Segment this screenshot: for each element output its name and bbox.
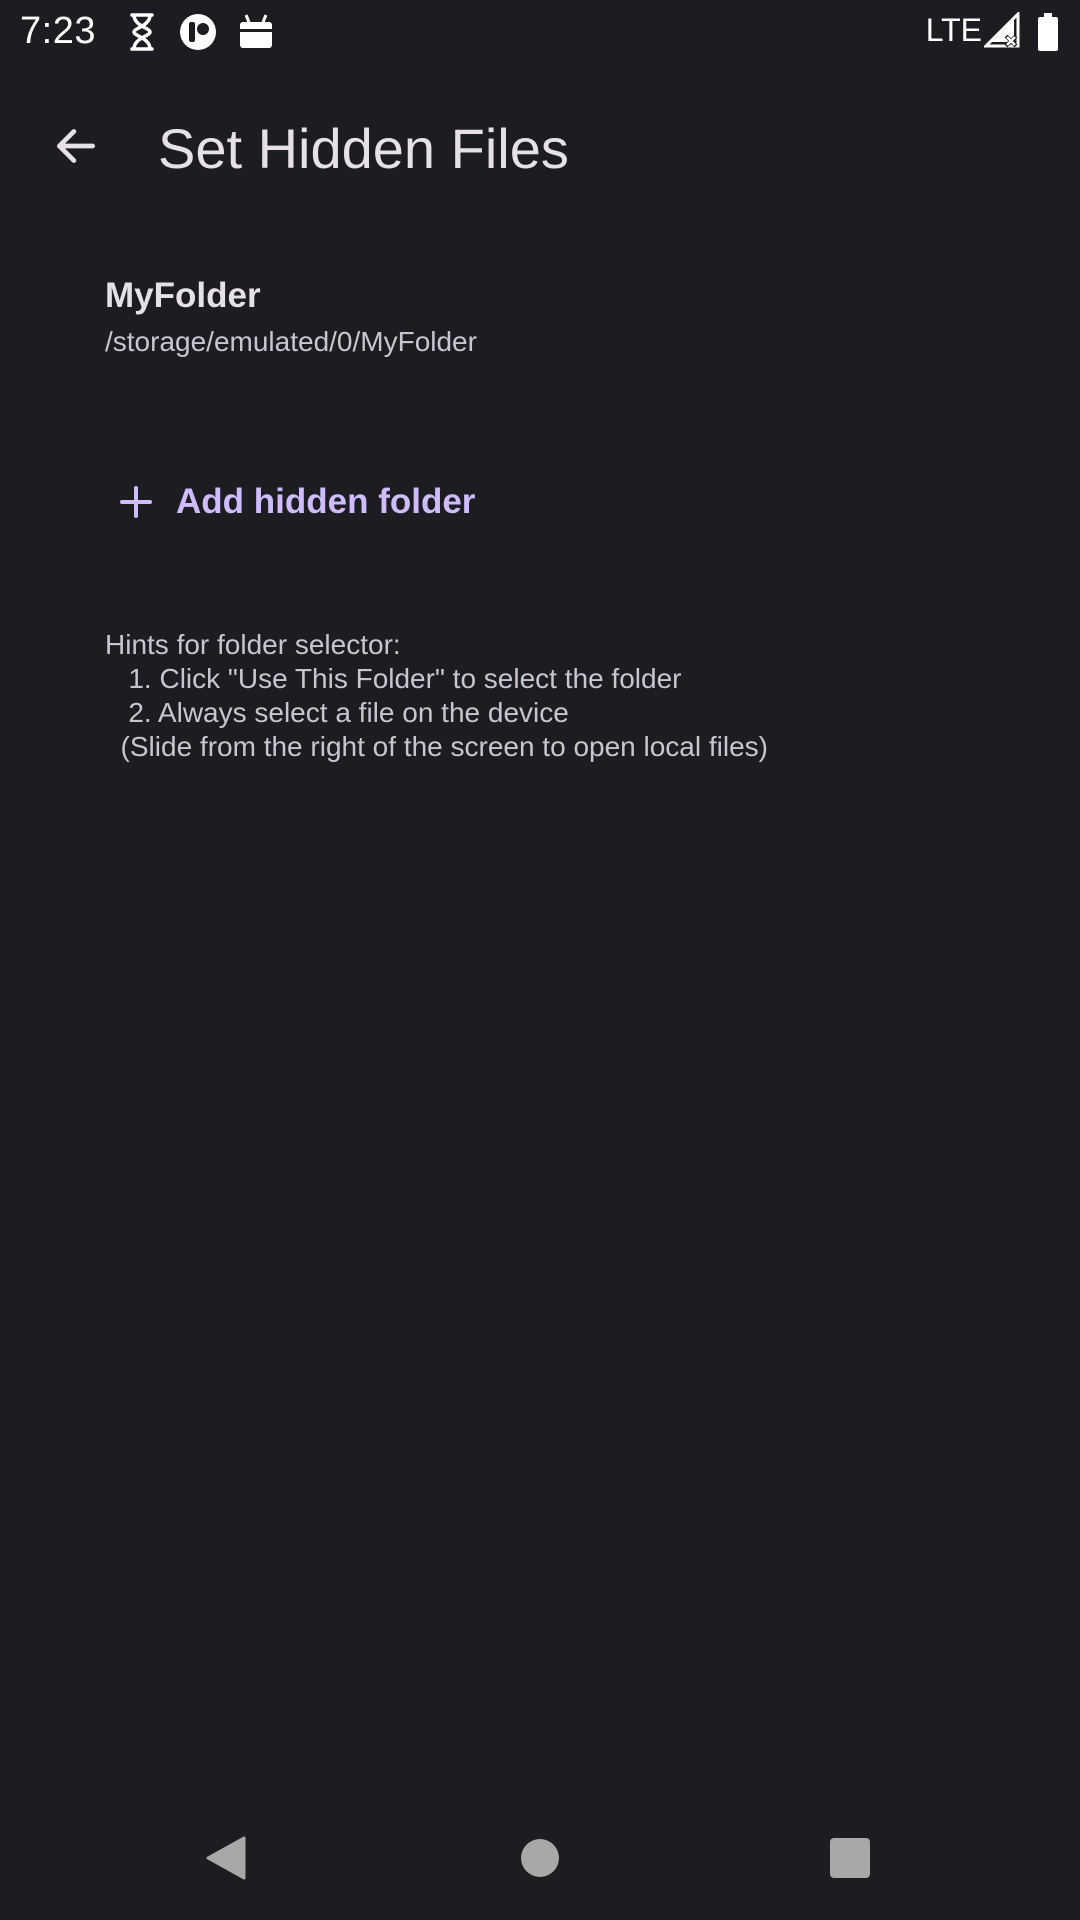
nav-back-icon [204,1834,248,1887]
status-bar: 7:23 LTE [0,0,1080,64]
hidden-folder-item[interactable]: MyFolder /storage/emulated/0/MyFolder [0,260,1080,370]
android-icon [236,12,276,52]
app-circle-icon [178,12,218,52]
nav-recents-icon [829,1837,871,1884]
folder-name: MyFolder [105,276,261,315]
app-bar: Set Hidden Files [0,90,1080,210]
hint-line: Hints for folder selector: [105,629,401,660]
screen: 7:23 LTE Set Hidden Files MyFolder /stor… [0,0,1080,1920]
plus-icon [116,482,156,522]
page-title: Set Hidden Files [158,117,569,180]
add-hidden-folder-button[interactable]: Add hidden folder [96,462,495,542]
nav-back-button[interactable] [186,1820,266,1900]
folder-path: /storage/emulated/0/MyFolder [105,326,477,357]
hint-line: (Slide from the right of the screen to o… [105,731,768,762]
add-hidden-folder-label: Add hidden folder [176,482,476,521]
folder-selector-hints: Hints for folder selector: 1. Click "Use… [105,628,768,764]
navigation-bar [0,1790,1080,1920]
nav-recents-button[interactable] [810,1820,890,1900]
signal-icon [982,10,1024,52]
nav-home-icon [520,1838,560,1883]
back-button[interactable] [40,112,112,184]
status-time: 7:23 [20,10,96,52]
battery-icon [1036,12,1076,52]
network-type: LTE [925,12,982,48]
arrow-back-icon [51,121,101,176]
hourglass-icon [128,12,168,52]
hint-line: 2. Always select a file on the device [105,697,569,728]
nav-home-button[interactable] [500,1820,580,1900]
hint-line: 1. Click "Use This Folder" to select the… [105,663,682,694]
